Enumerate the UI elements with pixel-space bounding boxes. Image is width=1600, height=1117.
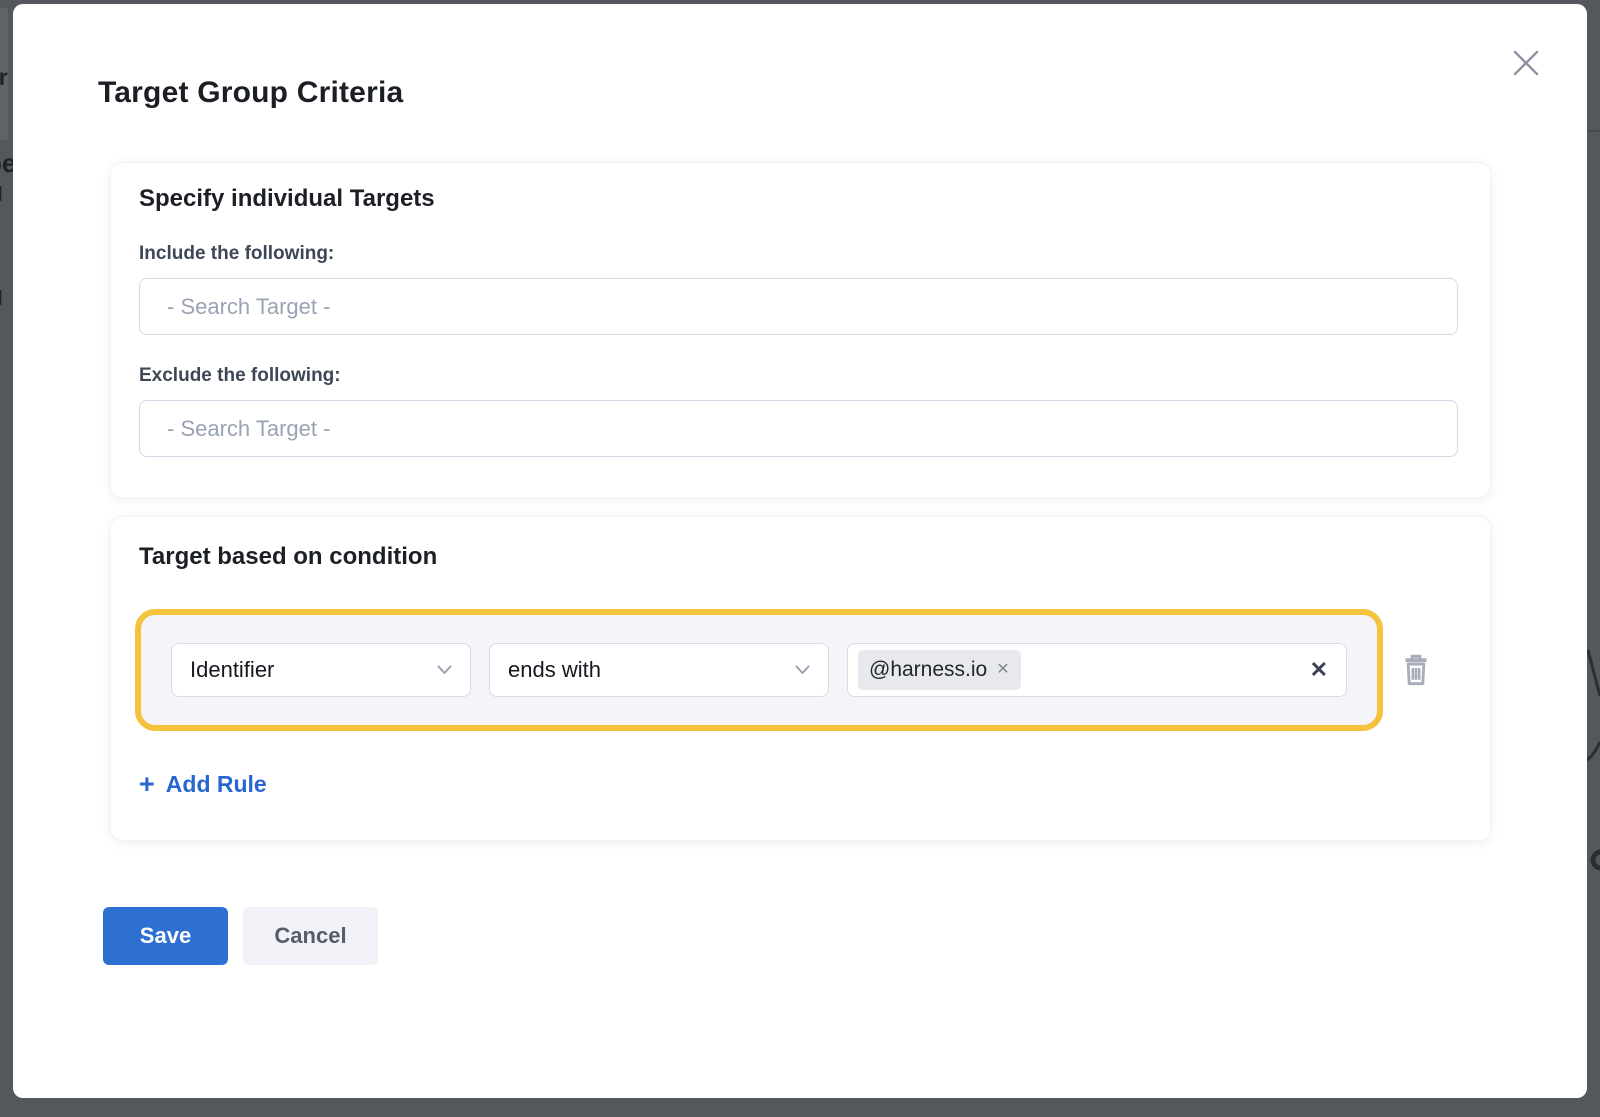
- exclude-label: Exclude the following:: [139, 365, 1458, 387]
- attribute-select-value: Identifier: [190, 657, 274, 683]
- clear-values-button[interactable]: ✕: [1308, 659, 1330, 681]
- include-target-search-input[interactable]: [139, 278, 1458, 335]
- delete-rule-button[interactable]: [1396, 649, 1436, 691]
- operator-select-value: ends with: [508, 657, 601, 683]
- individual-targets-card: Specify individual Targets Include the f…: [110, 162, 1491, 498]
- close-icon: [1511, 48, 1541, 78]
- page-title: Target Group Criteria: [98, 76, 1504, 110]
- add-rule-label: Add Rule: [166, 771, 267, 798]
- backdrop-text-fragment: r: [0, 406, 13, 437]
- rule-container-highlighted: Identifier ends with @harness.io ✕: [135, 609, 1383, 731]
- backdrop-text-fragment: cl: [0, 184, 13, 207]
- chevron-down-icon: [795, 665, 810, 675]
- backdrop-right-content: [1587, 0, 1600, 1117]
- individual-targets-heading: Specify individual Targets: [139, 185, 1458, 213]
- backdrop-text-fragment: pe: [0, 148, 13, 179]
- backdrop-text-fragment: o: [0, 462, 13, 483]
- backdrop-text-fragment: o: [0, 215, 13, 236]
- close-button[interactable]: [1509, 46, 1543, 80]
- trash-icon: [1400, 653, 1432, 687]
- include-label: Include the following:: [139, 243, 1458, 265]
- rule-row: Identifier ends with @harness.io ✕: [135, 609, 1466, 731]
- exclude-target-search-input[interactable]: [139, 400, 1458, 457]
- value-chip-label: @harness.io: [869, 658, 987, 682]
- backdrop-divider-line: [1587, 130, 1600, 132]
- value-chip: @harness.io ✕: [858, 650, 1021, 690]
- add-rule-button[interactable]: + Add Rule: [139, 771, 267, 798]
- save-button[interactable]: Save: [103, 907, 228, 965]
- modal-footer: Save Cancel: [103, 907, 1504, 965]
- operator-select[interactable]: ends with: [489, 643, 829, 697]
- backdrop-text-fragment: cl: [0, 288, 13, 311]
- values-multiselect-field[interactable]: @harness.io ✕ ✕: [847, 643, 1347, 697]
- condition-card: Target based on condition Identifier end…: [110, 516, 1491, 841]
- attribute-select[interactable]: Identifier: [171, 643, 471, 697]
- backdrop-left-content: er pe cl o cl o r o: [0, 0, 13, 1117]
- backdrop-diagram-fragment: [1587, 600, 1600, 920]
- target-group-criteria-modal: Target Group Criteria Specify individual…: [13, 4, 1587, 1098]
- chevron-down-icon: [437, 665, 452, 675]
- cancel-button[interactable]: Cancel: [243, 907, 378, 965]
- chip-remove-icon[interactable]: ✕: [996, 662, 1009, 678]
- plus-icon: +: [139, 771, 155, 798]
- backdrop-text-fragment: er: [0, 64, 13, 91]
- backdrop-text-fragment: o: [0, 324, 13, 345]
- condition-heading: Target based on condition: [139, 543, 1466, 571]
